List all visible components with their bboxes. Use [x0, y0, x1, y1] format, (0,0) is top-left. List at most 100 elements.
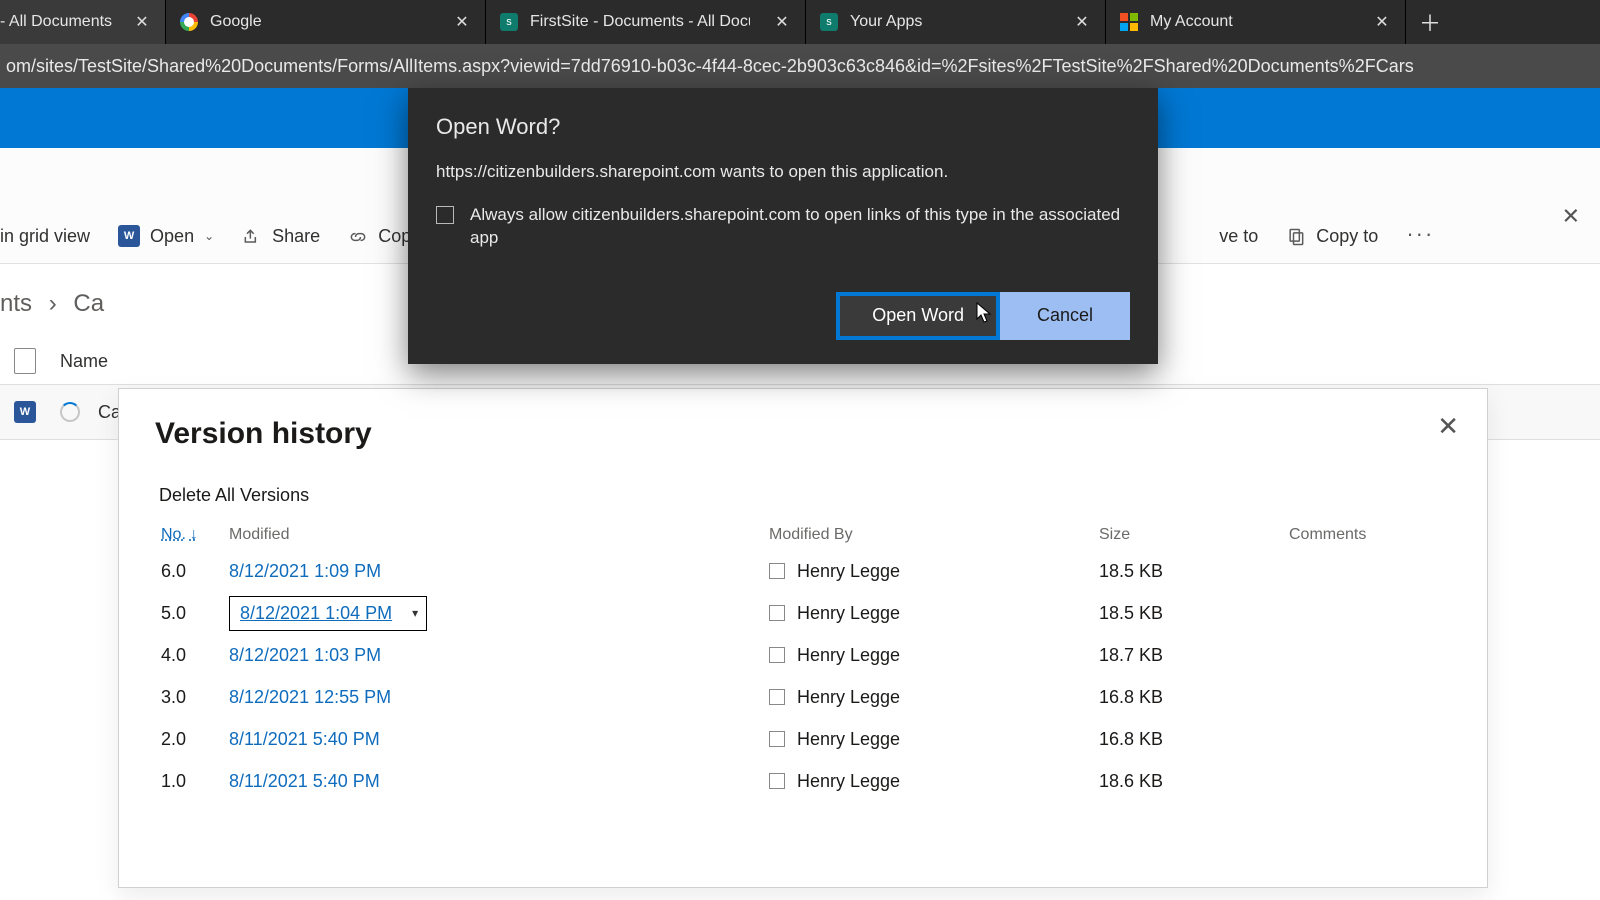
close-icon[interactable]: ✕ — [1437, 411, 1459, 442]
tab-my-account[interactable]: My Account ✕ — [1106, 0, 1406, 44]
sharepoint-icon: s — [820, 13, 838, 31]
microsoft-icon — [1120, 13, 1138, 31]
word-icon: W — [14, 401, 36, 423]
tab-title: Your Apps — [850, 13, 922, 31]
chevron-down-icon: ▾ — [412, 606, 418, 620]
version-size: 18.7 KB — [1099, 645, 1289, 666]
version-date-dropdown[interactable]: 8/12/2021 1:04 PM▾ — [229, 596, 427, 631]
close-icon[interactable]: ✕ — [1073, 12, 1091, 32]
table-row[interactable]: 6.08/12/2021 1:09 PMHenry Legge18.5 KB — [161, 550, 1441, 592]
cancel-button[interactable]: Cancel — [1000, 292, 1130, 340]
label: in grid view — [0, 226, 90, 247]
user-name[interactable]: Henry Legge — [797, 729, 900, 750]
always-allow-label: Always allow citizenbuilders.sharepoint.… — [470, 204, 1130, 250]
always-allow-row[interactable]: Always allow citizenbuilders.sharepoint.… — [436, 204, 1130, 250]
checkbox[interactable] — [769, 689, 785, 705]
file-type-column-icon — [14, 348, 36, 374]
table-row[interactable]: 1.08/11/2021 5:40 PM Henry Legge 18.6 KB — [161, 760, 1441, 802]
table-row[interactable]: 4.08/12/2021 1:03 PM Henry Legge 18.7 KB — [161, 634, 1441, 676]
copy-to-button[interactable]: Copy to — [1286, 226, 1378, 247]
browser-tab-strip: - All Documents ✕ Google ✕ s FirstSite -… — [0, 0, 1600, 44]
tab-title: - All Documents — [0, 13, 112, 31]
version-number: 2.0 — [161, 729, 229, 750]
move-to-button[interactable]: ve to — [1219, 226, 1258, 247]
breadcrumb-item[interactable]: Ca — [73, 290, 104, 317]
close-icon[interactable]: ✕ — [453, 12, 471, 32]
checkbox[interactable] — [769, 731, 785, 747]
version-number: 4.0 — [161, 645, 229, 666]
version-number: 5.0 — [161, 603, 229, 624]
user-name[interactable]: Henry Legge — [797, 771, 900, 792]
close-icon[interactable]: ✕ — [133, 12, 151, 32]
version-date-link[interactable]: 8/12/2021 12:55 PM — [229, 687, 769, 708]
checkbox[interactable] — [436, 206, 454, 224]
version-size: 18.6 KB — [1099, 771, 1289, 792]
user-name[interactable]: Henry Legge — [797, 687, 900, 708]
new-tab-button[interactable]: ＋ — [1406, 0, 1454, 44]
url-text: om/sites/TestSite/Shared%20Documents/For… — [6, 56, 1414, 77]
chevron-down-icon: ⌄ — [204, 229, 214, 243]
tab-title: My Account — [1150, 13, 1233, 31]
col-no[interactable]: No. ↓ — [161, 526, 229, 544]
checkbox[interactable] — [769, 773, 785, 789]
col-comments[interactable]: Comments — [1289, 526, 1441, 544]
table-row[interactable]: 3.08/12/2021 12:55 PM Henry Legge 16.8 KB — [161, 676, 1441, 718]
tab-firstsite[interactable]: s FirstSite - Documents - All Docum ✕ — [486, 0, 806, 44]
close-icon[interactable]: ✕ — [1373, 12, 1391, 32]
column-name[interactable]: Name — [60, 351, 108, 372]
address-bar[interactable]: om/sites/TestSite/Shared%20Documents/For… — [0, 44, 1600, 88]
tab-title: FirstSite - Documents - All Docum — [530, 13, 750, 31]
modified-by: Henry Legge — [769, 603, 1099, 624]
link-icon — [348, 227, 368, 247]
col-modifiedby[interactable]: Modified By — [769, 526, 1099, 544]
checkbox[interactable] — [769, 563, 785, 579]
edit-in-grid-view-button[interactable]: in grid view — [0, 226, 90, 247]
tab-google[interactable]: Google ✕ — [166, 0, 486, 44]
checkbox[interactable] — [769, 647, 785, 663]
open-button[interactable]: W Open ⌄ — [118, 225, 214, 247]
checkbox[interactable] — [769, 605, 785, 621]
close-panel-button[interactable]: ✕ — [1562, 203, 1580, 229]
version-date-link[interactable]: 8/12/2021 1:09 PM — [229, 561, 769, 582]
modified-by: Henry Legge — [769, 561, 1099, 582]
panel-title: Version history — [155, 417, 1487, 451]
close-icon[interactable]: ✕ — [773, 12, 791, 32]
col-modified[interactable]: Modified — [229, 526, 769, 544]
user-name[interactable]: Henry Legge — [797, 603, 900, 624]
tab-your-apps[interactable]: s Your Apps ✕ — [806, 0, 1106, 44]
google-icon — [180, 13, 198, 31]
share-icon — [242, 227, 262, 247]
version-history-panel: ✕ Version history Delete All Versions No… — [118, 388, 1488, 888]
label: Open — [150, 226, 194, 247]
version-size: 16.8 KB — [1099, 687, 1289, 708]
col-size[interactable]: Size — [1099, 526, 1289, 544]
version-date-link[interactable]: 8/12/2021 1:03 PM — [229, 645, 769, 666]
dialog-title: Open Word? — [436, 114, 1130, 140]
user-name[interactable]: Henry Legge — [797, 645, 900, 666]
table-row[interactable]: 5.08/12/2021 1:04 PM▾Henry Legge18.5 KB — [161, 592, 1441, 634]
mouse-cursor-icon — [976, 302, 992, 324]
chevron-right-icon: › — [49, 290, 57, 317]
loading-spinner-icon — [60, 402, 80, 422]
version-number: 1.0 — [161, 771, 229, 792]
label: Cop — [378, 226, 411, 247]
more-icon: ··· — [1406, 221, 1434, 247]
share-button[interactable]: Share — [242, 226, 320, 247]
version-table: No. ↓ Modified Modified By Size Comments… — [161, 526, 1441, 802]
version-date-link[interactable]: 8/11/2021 5:40 PM — [229, 771, 769, 792]
label: Share — [272, 226, 320, 247]
tab-all-documents[interactable]: - All Documents ✕ — [0, 0, 166, 44]
label: Copy to — [1316, 226, 1378, 247]
tab-title: Google — [210, 13, 262, 31]
modified-by: Henry Legge — [769, 687, 1099, 708]
version-date-link[interactable]: 8/11/2021 5:40 PM — [229, 729, 769, 750]
breadcrumb-item[interactable]: nts — [0, 290, 32, 317]
user-name[interactable]: Henry Legge — [797, 561, 900, 582]
version-number: 3.0 — [161, 687, 229, 708]
more-actions-button[interactable]: ··· — [1406, 221, 1434, 247]
word-icon: W — [118, 225, 140, 247]
dialog-buttons: Open Word Cancel — [436, 292, 1130, 340]
delete-all-versions-link[interactable]: Delete All Versions — [159, 485, 309, 506]
copy-link-button[interactable]: Cop — [348, 226, 411, 247]
table-row[interactable]: 2.08/11/2021 5:40 PMHenry Legge16.8 KB — [161, 718, 1441, 760]
